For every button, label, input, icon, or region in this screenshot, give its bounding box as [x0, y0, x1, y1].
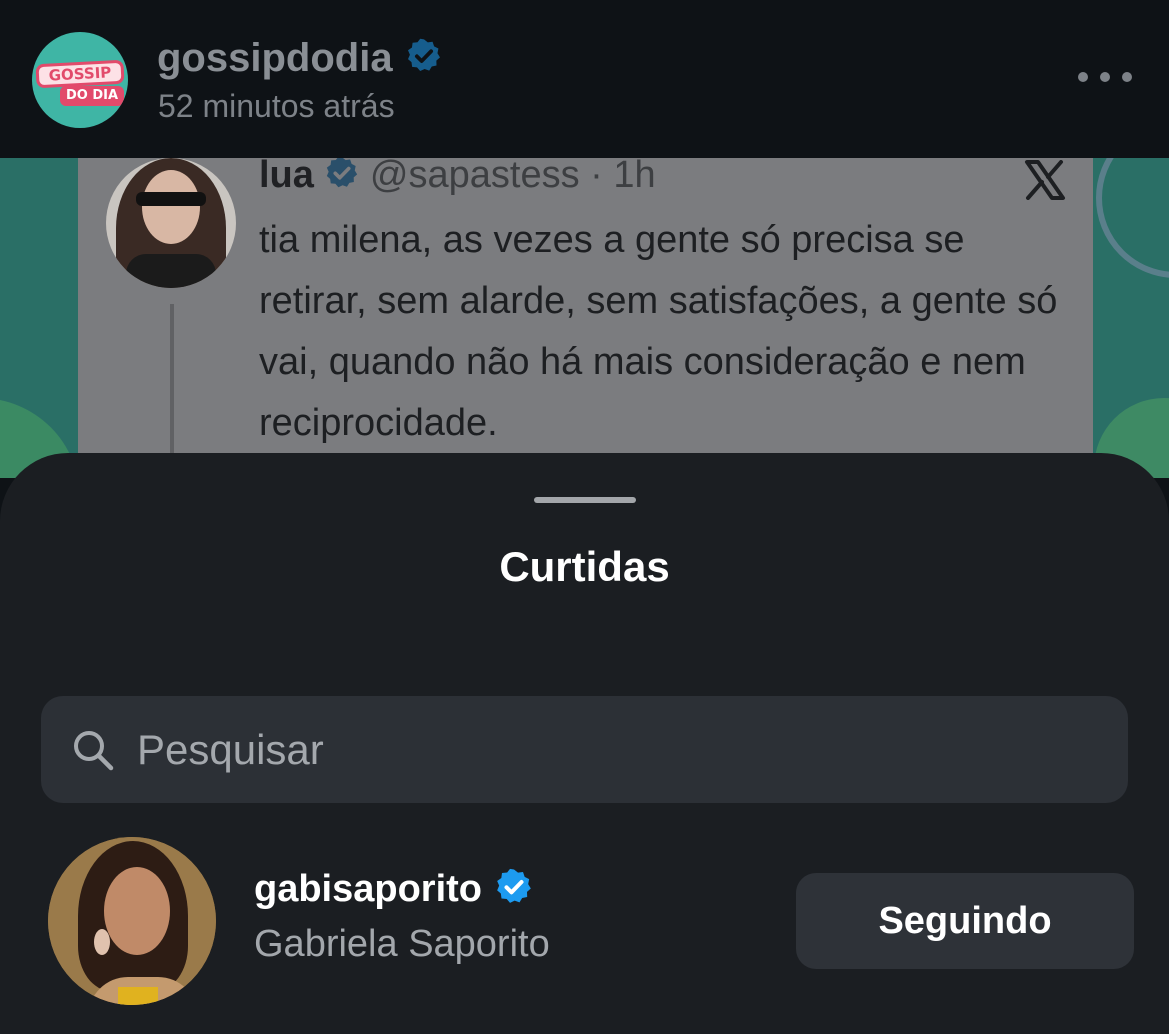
- avatar-logo-subtext: DO DIA: [60, 86, 124, 106]
- verified-icon: [324, 158, 360, 196]
- sheet-drag-handle[interactable]: [534, 497, 636, 503]
- more-icon[interactable]: [1074, 60, 1136, 94]
- more-dot: [1078, 72, 1088, 82]
- author-line: gossipdodia: [157, 34, 443, 82]
- search-icon: [71, 728, 115, 772]
- thread-line: [170, 304, 174, 478]
- full-name: Gabriela Saporito: [254, 923, 550, 965]
- avatar-logo-text: GOSSIP: [35, 59, 125, 89]
- username[interactable]: gabisaporito: [254, 868, 482, 911]
- post-image: lua @sapastess · 1h tia milena, as vezes…: [0, 158, 1169, 478]
- following-button[interactable]: Seguindo: [796, 873, 1134, 969]
- more-dot: [1122, 72, 1132, 82]
- verified-icon: [494, 867, 534, 912]
- tweet-handle: @sapastess · 1h: [369, 158, 656, 196]
- author-name[interactable]: gossipdodia: [157, 36, 393, 81]
- tweet-author-name: lua: [259, 158, 314, 196]
- decorative-shape: [1096, 158, 1169, 278]
- search-bar[interactable]: [41, 696, 1128, 803]
- post-timestamp: 52 minutos atrás: [158, 88, 395, 124]
- sheet-title: Curtidas: [499, 543, 670, 590]
- tweet-card: lua @sapastess · 1h tia milena, as vezes…: [78, 158, 1093, 478]
- verified-icon: [405, 37, 443, 80]
- tweet-avatar: [106, 158, 236, 288]
- x-logo-icon: [1024, 160, 1066, 200]
- likes-sheet: Curtidas gabisaporito: [0, 453, 1169, 1034]
- avatar[interactable]: [48, 837, 216, 1005]
- author-avatar[interactable]: GOSSIP DO DIA: [32, 32, 128, 128]
- tweet-header: lua @sapastess · 1h: [259, 158, 656, 198]
- more-dot: [1100, 72, 1110, 82]
- username-line: gabisaporito: [254, 865, 534, 913]
- list-item[interactable]: gabisaporito Gabriela Saporito Seguindo: [0, 835, 1169, 1007]
- post-header: GOSSIP DO DIA gossipdodia 52 minutos atr…: [0, 0, 1169, 158]
- search-input[interactable]: [137, 696, 1097, 803]
- tweet-text: tia milena, as vezes a gente só precisa …: [259, 219, 1058, 444]
